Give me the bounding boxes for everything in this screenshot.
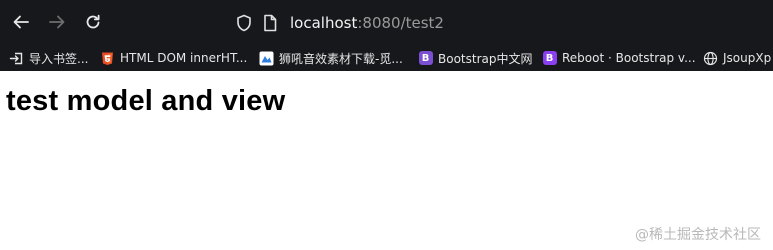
back-button[interactable] bbox=[11, 12, 31, 32]
bookmark-label: Reboot · Bootstrap v... bbox=[562, 51, 696, 65]
site-logo-icon bbox=[259, 51, 274, 66]
arrow-right-icon bbox=[49, 15, 65, 29]
bookmark-label: 导入书签... bbox=[29, 51, 89, 66]
bookmark-label: 狮吼音效素材下载-觅... bbox=[279, 51, 403, 66]
bootstrap-icon: B bbox=[418, 51, 433, 66]
reload-button[interactable] bbox=[83, 12, 103, 32]
page-heading: test model and view bbox=[6, 85, 286, 117]
bookmarks-bar: 导入书签... HTML DOM innerHT... 狮吼音效素材下载-觅..… bbox=[0, 45, 773, 71]
watermark: @稀土掘金技术社区 bbox=[635, 227, 761, 243]
forward-button[interactable] bbox=[47, 12, 67, 32]
reload-icon bbox=[86, 14, 100, 29]
bootstrap-icon: B bbox=[542, 51, 557, 66]
browser-chrome: localhost:8080/test2 导入书签... HTML DOM in… bbox=[0, 0, 773, 71]
url-host: localhost bbox=[290, 14, 358, 32]
bookmark-lion-sounds[interactable]: 狮吼音效素材下载-觅... bbox=[259, 49, 403, 67]
bookmark-html-dom[interactable]: HTML DOM innerHT... bbox=[100, 49, 247, 67]
page-content: test model and view @稀土掘金技术社区 bbox=[0, 71, 773, 250]
bookmark-jsoup[interactable]: JsoupXp bbox=[703, 49, 771, 67]
bookmark-reboot[interactable]: B Reboot · Bootstrap v... bbox=[542, 49, 696, 67]
bookmark-label: Bootstrap中文网 bbox=[438, 51, 533, 66]
bookmark-label: HTML DOM innerHT... bbox=[120, 51, 248, 65]
address-bar[interactable]: localhost:8080/test2 bbox=[290, 13, 444, 33]
bookmark-bootstrap[interactable]: B Bootstrap中文网 bbox=[418, 49, 532, 67]
url-path: :8080/test2 bbox=[357, 14, 444, 32]
html-logo-icon bbox=[100, 51, 115, 66]
page-icon[interactable] bbox=[262, 14, 278, 32]
browser-toolbar: localhost:8080/test2 bbox=[0, 0, 773, 45]
shield-icon[interactable] bbox=[235, 14, 253, 32]
bookmark-label: JsoupXp bbox=[723, 51, 772, 65]
globe-icon bbox=[703, 51, 718, 66]
arrow-left-icon bbox=[13, 15, 29, 29]
import-icon bbox=[9, 51, 24, 66]
bookmark-import[interactable]: 导入书签... bbox=[9, 49, 88, 67]
